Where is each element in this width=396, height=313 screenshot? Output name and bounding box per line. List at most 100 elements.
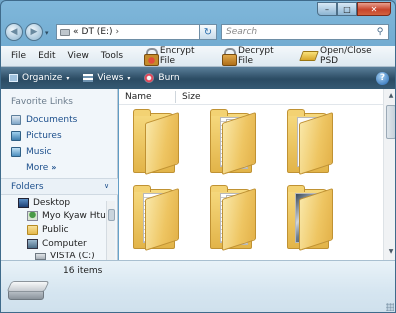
item-count: 16 items bbox=[63, 266, 103, 276]
menu-edit[interactable]: Edit bbox=[32, 51, 61, 61]
folder-icon bbox=[27, 225, 38, 235]
favorite-link-label: Pictures bbox=[26, 131, 62, 141]
search-icon[interactable]: ⚲ bbox=[372, 27, 388, 37]
more-label: More bbox=[26, 163, 49, 173]
unlock-icon bbox=[222, 48, 237, 66]
back-arrow-icon: ◀ bbox=[10, 27, 18, 37]
refresh-button[interactable]: ↻ bbox=[199, 24, 217, 40]
scrollbar-thumb[interactable] bbox=[108, 209, 115, 221]
folder-item[interactable] bbox=[127, 109, 187, 183]
scrollbar-thumb[interactable] bbox=[386, 105, 395, 139]
tree-item-label: Desktop bbox=[33, 198, 71, 208]
folder-front bbox=[299, 111, 333, 175]
views-button[interactable]: Views ▾ bbox=[76, 73, 137, 83]
column-divider[interactable] bbox=[175, 91, 176, 103]
navigation-pane: Favorite Links Documents Pictures Music … bbox=[1, 89, 118, 260]
drive-icon bbox=[60, 28, 70, 36]
forward-arrow-icon: ▶ bbox=[30, 27, 38, 37]
open-close-psd-button[interactable]: Open/Close PSD bbox=[296, 46, 395, 66]
file-list-scrollbar[interactable]: ▲ ▼ bbox=[383, 89, 395, 260]
folder-item[interactable] bbox=[127, 185, 187, 259]
favorite-link-label: Documents bbox=[26, 115, 78, 125]
burn-label: Burn bbox=[158, 73, 180, 83]
psd-drive-icon bbox=[299, 51, 319, 61]
organize-icon bbox=[9, 74, 18, 82]
resize-grip[interactable] bbox=[386, 303, 394, 311]
desktop-icon bbox=[18, 198, 29, 208]
folders-toggle[interactable]: Folders ∨ bbox=[1, 178, 118, 195]
tree-item-user[interactable]: Myo Kyaw Htun bbox=[27, 211, 111, 221]
views-icon bbox=[83, 74, 94, 82]
collapse-icon[interactable]: ∨ bbox=[101, 182, 112, 193]
drive-icon bbox=[35, 252, 46, 260]
help-button[interactable]: ? bbox=[376, 71, 389, 85]
documents-icon bbox=[11, 115, 21, 125]
decrypt-file-label: Decrypt File bbox=[237, 46, 274, 66]
caption-buttons: – □ ✕ bbox=[317, 2, 391, 16]
scroll-up-arrow-icon[interactable]: ▲ bbox=[386, 92, 395, 101]
details-pane: 16 items bbox=[1, 260, 395, 312]
pictures-icon bbox=[11, 131, 21, 141]
favorite-link-documents[interactable]: Documents bbox=[11, 115, 77, 125]
close-button[interactable]: ✕ bbox=[357, 2, 391, 16]
search-placeholder: Search bbox=[226, 27, 258, 37]
folder-front bbox=[145, 111, 179, 175]
folder-front bbox=[299, 187, 333, 251]
minimize-button[interactable]: – bbox=[317, 2, 337, 16]
tree-item-vista-drive[interactable]: VISTA (C:) bbox=[35, 252, 95, 260]
open-close-psd-label: Open/Close PSD bbox=[320, 46, 372, 66]
address-chevron[interactable]: › bbox=[116, 27, 120, 37]
music-icon bbox=[11, 147, 21, 157]
menu-tools[interactable]: Tools bbox=[95, 51, 129, 61]
tree-item-label: Public bbox=[42, 225, 69, 235]
favorite-link-pictures[interactable]: Pictures bbox=[11, 131, 62, 141]
favorite-link-music[interactable]: Music bbox=[11, 147, 52, 157]
more-links-button[interactable]: More » bbox=[26, 163, 56, 173]
lock-icon bbox=[144, 48, 159, 66]
encrypt-file-button[interactable]: Encrypt File bbox=[139, 46, 217, 66]
recent-pages-dropdown[interactable]: ▾ bbox=[45, 29, 49, 37]
folders-label: Folders bbox=[11, 182, 44, 192]
column-headers: Name Size bbox=[119, 89, 383, 105]
address-path[interactable]: DT (E:) bbox=[82, 27, 113, 37]
burn-button[interactable]: Burn bbox=[137, 73, 186, 83]
chevron-down-icon: ▾ bbox=[66, 74, 70, 82]
double-chevron-icon: » bbox=[51, 163, 57, 172]
maximize-button[interactable]: □ bbox=[337, 2, 357, 16]
drive-top bbox=[6, 281, 50, 292]
tree-item-label: Computer bbox=[42, 239, 87, 249]
back-button[interactable]: ◀ bbox=[5, 23, 23, 41]
decrypt-file-button[interactable]: Decrypt File bbox=[217, 46, 296, 66]
folder-item[interactable] bbox=[281, 185, 341, 259]
folder-item[interactable] bbox=[204, 109, 264, 183]
tree-item-public[interactable]: Public bbox=[27, 225, 69, 235]
organize-button[interactable]: Organize ▾ bbox=[1, 73, 76, 83]
chevron-down-icon: ▾ bbox=[127, 74, 131, 82]
tree-item-label: Myo Kyaw Htun bbox=[42, 211, 112, 221]
search-box[interactable]: Search ⚲ bbox=[221, 24, 389, 40]
address-prefix[interactable]: « bbox=[73, 27, 79, 37]
folder-item[interactable] bbox=[281, 109, 341, 183]
user-folder-icon bbox=[27, 211, 38, 221]
scroll-down-arrow-icon[interactable]: ▼ bbox=[386, 248, 395, 257]
tree-item-computer[interactable]: Computer bbox=[27, 239, 87, 249]
folder-front bbox=[145, 187, 179, 251]
forward-button[interactable]: ▶ bbox=[25, 23, 43, 41]
folder-item[interactable] bbox=[204, 185, 264, 259]
menu-bar: File Edit View Tools Encrypt File Decryp… bbox=[1, 46, 395, 67]
drive-side bbox=[8, 291, 44, 300]
column-header-size[interactable]: Size bbox=[182, 92, 200, 102]
folder-front bbox=[222, 111, 256, 175]
column-header-name[interactable]: Name bbox=[125, 92, 152, 102]
folders-scrollbar[interactable] bbox=[106, 201, 115, 260]
tree-item-desktop[interactable]: Desktop bbox=[18, 198, 70, 208]
views-label: Views bbox=[97, 73, 124, 83]
folder-front bbox=[222, 187, 256, 251]
menu-view[interactable]: View bbox=[62, 51, 95, 61]
burn-disc-icon bbox=[144, 73, 155, 83]
menu-file[interactable]: File bbox=[1, 51, 32, 61]
encrypt-file-label: Encrypt File bbox=[159, 46, 195, 66]
refresh-icon: ↻ bbox=[203, 26, 213, 38]
favorite-links-heading: Favorite Links bbox=[11, 97, 73, 107]
address-bar[interactable]: « DT (E:) › ▾ bbox=[56, 24, 216, 40]
